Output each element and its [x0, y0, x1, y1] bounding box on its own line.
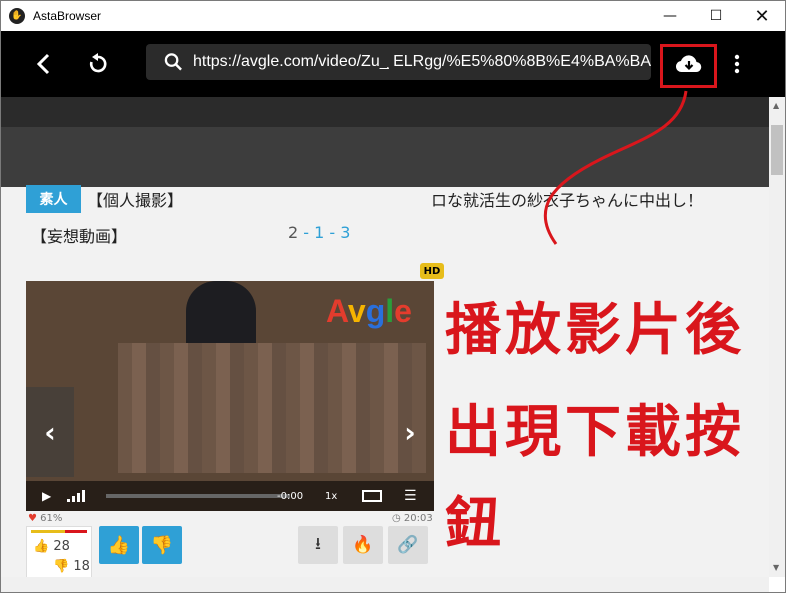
like-button[interactable]: 👍: [99, 526, 139, 564]
volume-icon: [67, 490, 86, 502]
category-tag[interactable]: 素人: [26, 185, 81, 213]
download-icon: ⭳: [315, 533, 321, 554]
reload-icon: [89, 53, 107, 73]
likes-count: 👍 28: [33, 539, 70, 554]
avgle-logo: Avgle: [326, 293, 412, 329]
page-link-1[interactable]: 1: [314, 223, 324, 242]
fire-icon: 🔥: [352, 535, 374, 555]
more-vertical-icon: [734, 54, 740, 74]
download-page-button[interactable]: ⭳: [298, 526, 338, 564]
progress-bar[interactable]: [106, 494, 290, 498]
rating-text: ♥ 61%: [28, 513, 63, 524]
back-icon: [36, 53, 50, 75]
dislikes-count: 👎 18: [53, 559, 90, 574]
vote-ratio-bar: [31, 530, 87, 533]
clock-icon: ◷: [392, 513, 401, 524]
pagination: 2 - 1 - 3: [288, 223, 351, 242]
play-icon[interactable]: ▶: [42, 489, 51, 503]
link-icon: 🔗: [397, 535, 419, 555]
vertical-scrollbar[interactable]: ▲ ▼: [769, 97, 785, 577]
prev-arrow-icon[interactable]: ‹: [26, 387, 74, 477]
window-title: AstaBrowser: [33, 9, 102, 23]
browser-window: ✋ AstaBrowser — ☐ ✕ https://avgle.com/vi…: [0, 0, 786, 593]
annotation-line-1: 播放影片後: [445, 298, 745, 363]
search-icon: [164, 53, 182, 71]
scroll-thumb[interactable]: [771, 125, 783, 175]
hd-badge: HD: [420, 263, 444, 279]
annotation-arrow: [543, 90, 688, 245]
player-controls: ▶ -0:00 1x ☰: [26, 481, 434, 511]
video-mosaic: [118, 343, 426, 473]
share-link-button[interactable]: 🔗: [388, 526, 428, 564]
next-arrow-icon[interactable]: ›: [386, 387, 434, 477]
speed-button[interactable]: 1x: [325, 491, 337, 502]
video-title-left: 【個人撮影】: [87, 191, 184, 210]
annotation-line-3: 鈕: [445, 492, 505, 557]
video-player[interactable]: Avgle ‹ › ▶ -0:00 1x ☰: [26, 281, 434, 511]
time-display: -0:00: [277, 490, 304, 502]
address-bar[interactable]: https://avgle.com/video/Zu_ ̣ELRgg/%E5%8…: [146, 44, 651, 80]
duration-text: ◷ 20:03: [392, 513, 433, 524]
maximize-button[interactable]: ☐: [693, 1, 739, 31]
video-category: 【妄想動画】: [31, 227, 128, 246]
video-figure: [186, 281, 256, 346]
annotation-line-2: 出現下載按: [445, 400, 745, 465]
url-text: https://avgle.com/video/Zu_ ̣ELRgg/%E5%8…: [192, 53, 651, 70]
hot-button[interactable]: 🔥: [343, 526, 383, 564]
download-highlight-box: [660, 44, 717, 88]
dislike-button[interactable]: 👎: [142, 526, 182, 564]
app-icon: ✋: [9, 8, 25, 24]
page-current: 2: [288, 223, 299, 242]
back-button[interactable]: [29, 31, 59, 97]
reload-button[interactable]: [83, 31, 113, 97]
vote-summary: 👍 28 👎 18: [26, 526, 92, 577]
menu-lines-icon[interactable]: ☰: [404, 488, 417, 504]
theater-mode-icon[interactable]: [362, 490, 382, 502]
horizontal-scrollbar[interactable]: [1, 577, 769, 592]
title-bar: ✋ AstaBrowser — ☐ ✕: [1, 1, 785, 31]
heart-icon: ♥: [28, 513, 37, 524]
thumbs-down-icon: 👎: [150, 534, 174, 556]
minimize-button[interactable]: —: [647, 1, 693, 31]
page-link-3[interactable]: 3: [340, 223, 350, 242]
thumbs-up-icon: 👍: [107, 534, 131, 556]
menu-button[interactable]: [725, 31, 749, 97]
close-button[interactable]: ✕: [739, 1, 785, 31]
